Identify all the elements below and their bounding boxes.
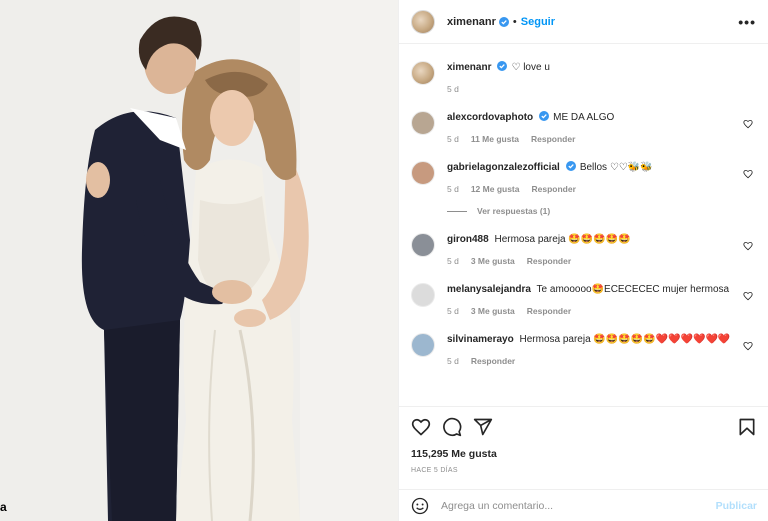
comment-text-line: gabrielagonzalezofficial Bellos ♡♡🐝🐝 [447,161,737,175]
comment-item: alexcordovaphoto ME DA ALGO 5 d 11 Me gus… [411,94,757,144]
commenter-username[interactable]: melanysalejandra [447,284,531,295]
emoji-picker-icon[interactable] [411,497,429,515]
comment-like-heart-icon[interactable] [743,169,753,179]
comment-time: 5 d [447,134,459,144]
comment-like-heart-icon[interactable] [743,341,753,351]
replies-divider-line [447,210,467,212]
publish-button[interactable]: Publicar [716,500,757,512]
post-details-pane: ximenanr • Seguir ••• ximenanr ♡ love u 5… [398,0,768,521]
commenter-username[interactable]: gabrielagonzalezofficial [447,162,560,173]
post-time-ago: HACE 5 DÍAS [411,467,458,474]
comment-input[interactable] [441,499,716,512]
caption-meta: 5 d [447,84,737,94]
comment-meta: 5 d 11 Me gusta Responder [447,134,737,144]
commenter-username[interactable]: giron488 [447,234,489,245]
comment-text: Te amooooo🤩ECECECEC mujer hermosa [536,284,730,295]
commenter-avatar[interactable] [411,111,435,135]
action-bar [411,407,757,447]
comment-text-line: alexcordovaphoto ME DA ALGO [447,111,737,125]
commenter-username[interactable]: silvinamerayo [447,334,514,345]
verified-badge-icon [497,61,508,71]
caption-avatar[interactable] [411,61,435,85]
couple-photo-illustration [0,0,398,521]
commenter-avatar[interactable] [411,233,435,257]
comment-item: silvinamerayo Hermosa pareja 🤩🤩🤩🤩🤩❤️❤️❤️… [411,316,757,366]
verified-badge-icon [565,161,576,171]
comment-meta: 5 d 3 Me gusta Responder [447,306,737,316]
post-header: ximenanr • Seguir ••• [399,0,768,44]
caption-time: 5 d [447,84,459,94]
comment-time: 5 d [447,306,459,316]
caption: ximenanr ♡ love u 5 d [411,44,757,94]
comment-meta: 5 d 12 Me gusta Responder [447,184,737,194]
author-avatar[interactable] [411,9,435,34]
bookmark-icon[interactable] [737,417,757,437]
paper-plane-icon[interactable] [473,417,493,437]
reply-button[interactable]: Responder [531,184,575,194]
comment-time: 5 d [447,184,459,194]
caption-text: ♡ love u [511,62,550,73]
comment-item: giron488 Hermosa pareja 🤩🤩🤩🤩🤩 5 d 3 Me g… [411,216,757,266]
comment-text: Hermosa pareja 🤩🤩🤩🤩🤩❤️❤️❤️❤️❤️❤️ [519,334,731,345]
commenter-avatar[interactable] [411,333,435,357]
verified-badge-icon [498,16,509,27]
comment-text-line: melanysalejandra Te amooooo🤩ECECECEC muj… [447,283,737,297]
verified-badge-icon [539,111,550,121]
comment-meta: 5 d Responder [447,356,737,366]
post-actions-section: 115,295 Me gusta HACE 5 DÍAS [399,406,768,474]
comment-text-line: silvinamerayo Hermosa pareja 🤩🤩🤩🤩🤩❤️❤️❤️… [447,333,737,347]
comment-text: ME DA ALGO [553,112,615,123]
post-photo[interactable]: a [0,0,398,521]
follow-button[interactable]: Seguir [521,16,555,28]
comment-time: 5 d [447,256,459,266]
comment-text: Hermosa pareja 🤩🤩🤩🤩🤩 [494,234,631,245]
header-separator: • [512,15,517,28]
comment-likes[interactable]: 11 Me gusta [471,134,519,144]
comment-bubble-icon[interactable] [442,417,462,437]
caption-text-line: ximenanr ♡ love u [447,61,737,75]
photo-edge-glyph: a [0,500,7,514]
comment-text-line: giron488 Hermosa pareja 🤩🤩🤩🤩🤩 [447,233,737,247]
comments-list[interactable]: ximenanr ♡ love u 5 d alexcordovaphoto ME … [399,44,768,406]
view-replies-button[interactable]: Ver respuestas (1) [447,206,757,216]
commenter-avatar[interactable] [411,161,435,185]
more-options-icon[interactable]: ••• [738,14,756,30]
comment-time: 5 d [447,356,459,366]
likes-count[interactable]: 115,295 Me gusta [411,448,757,460]
author-username[interactable]: ximenanr [447,16,496,28]
comment-likes[interactable]: 3 Me gusta [471,256,515,266]
commenter-avatar[interactable] [411,283,435,307]
comment-item: gabrielagonzalezofficial Bellos ♡♡🐝🐝 5 d … [411,144,757,194]
add-comment-bar: Publicar [399,489,768,521]
reply-button[interactable]: Responder [471,356,515,366]
comment-likes[interactable]: 3 Me gusta [471,306,515,316]
heart-outline-icon[interactable] [411,417,431,437]
caption-username[interactable]: ximenanr [447,62,491,73]
comment-meta: 5 d 3 Me gusta Responder [447,256,737,266]
reply-button[interactable]: Responder [527,306,571,316]
view-replies-label: Ver respuestas (1) [477,206,551,216]
comment-like-heart-icon[interactable] [743,241,753,251]
comment-like-heart-icon[interactable] [743,119,753,129]
comment-likes[interactable]: 12 Me gusta [471,184,520,194]
comment-text: Bellos ♡♡🐝🐝 [579,162,653,173]
comment-like-heart-icon[interactable] [743,291,753,301]
reply-button[interactable]: Responder [531,134,575,144]
comment-item: melanysalejandra Te amooooo🤩ECECECEC muj… [411,266,757,316]
commenter-username[interactable]: alexcordovaphoto [447,112,533,123]
reply-button[interactable]: Responder [527,256,571,266]
